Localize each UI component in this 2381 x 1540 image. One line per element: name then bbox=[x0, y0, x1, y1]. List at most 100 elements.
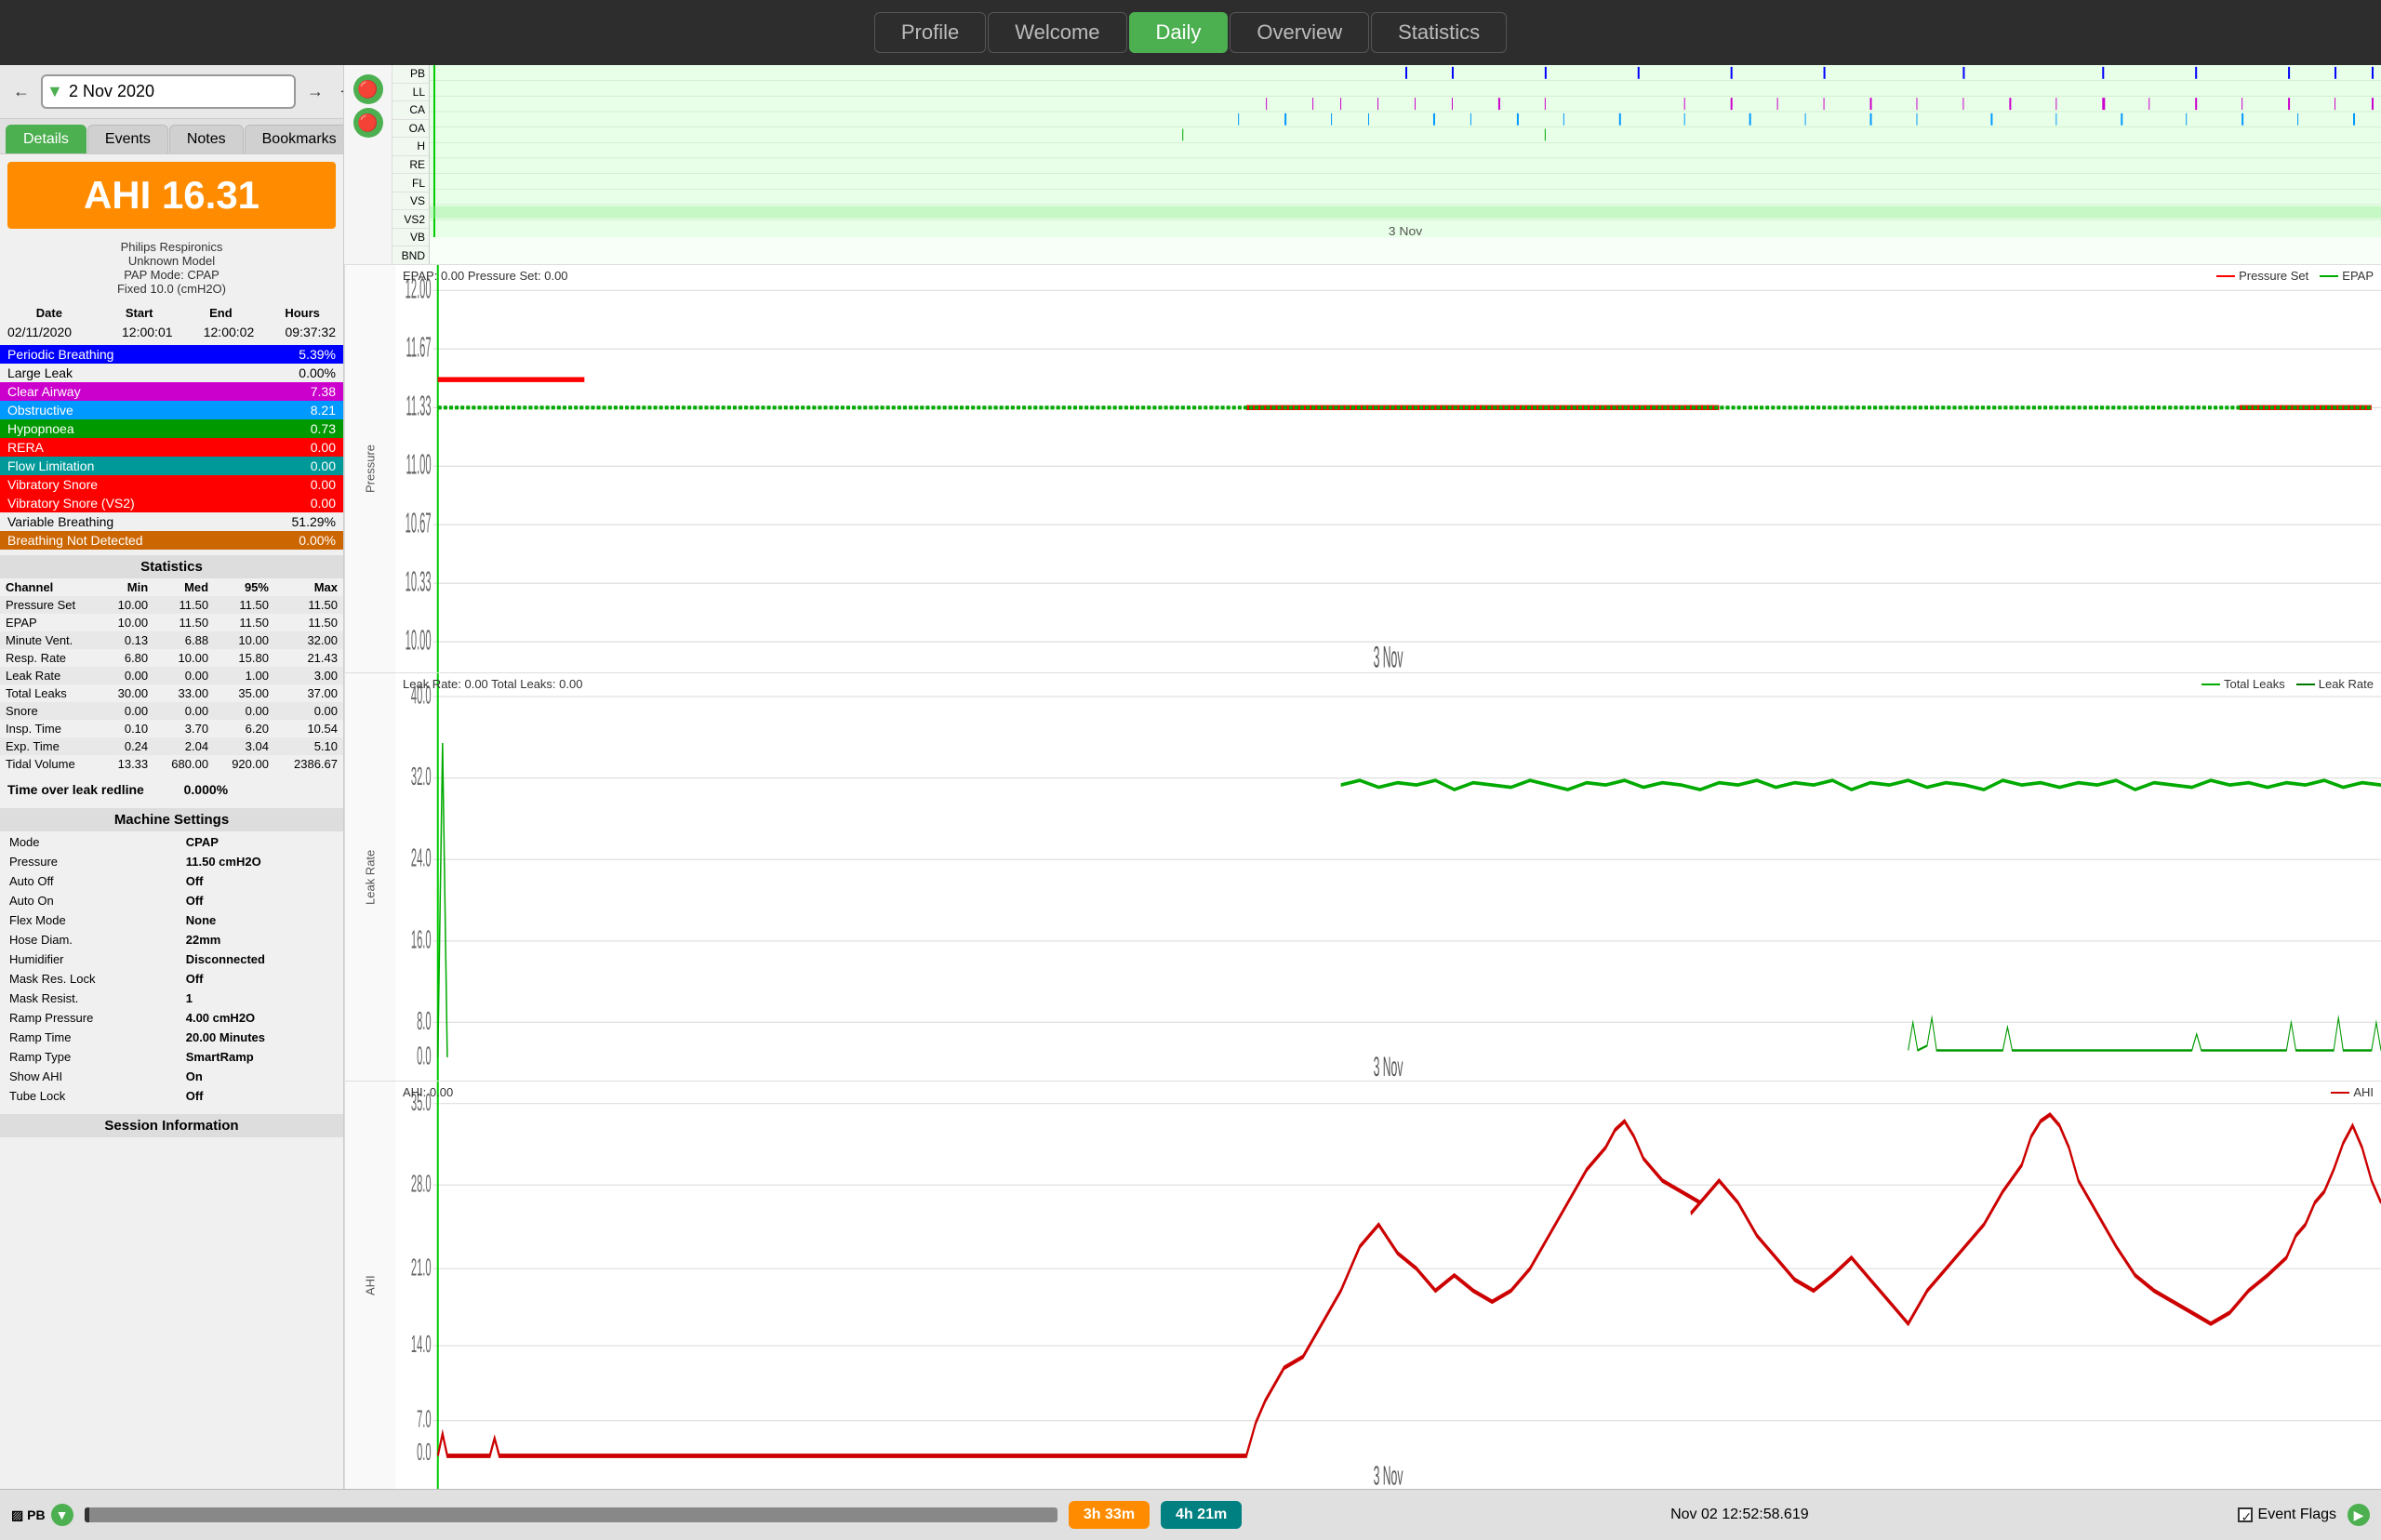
svg-text:0.0: 0.0 bbox=[417, 1042, 432, 1070]
col-date: Date bbox=[0, 303, 99, 323]
event-obstructive: Obstructive8.21 bbox=[0, 401, 343, 419]
pressure-chart: Pressure EPAP: 0.00 Pressure Set: 0.00 P… bbox=[344, 265, 2381, 673]
tab-bookmarks[interactable]: Bookmarks bbox=[245, 125, 344, 153]
svg-text:10.33: 10.33 bbox=[406, 565, 432, 597]
progress-fill bbox=[85, 1507, 89, 1522]
leak-svg: 40.0 32.0 24.0 16.0 8.0 0.0 bbox=[395, 673, 2381, 1081]
leak-ylabel: Leak Rate bbox=[344, 673, 395, 1081]
session-table: Date Start End Hours 02/11/2020 12:00:01… bbox=[0, 303, 343, 341]
event-periodic: Periodic Breathing5.39% bbox=[0, 345, 343, 364]
event-vibr-snore: Vibratory Snore0.00 bbox=[0, 475, 343, 494]
tab-daily[interactable]: Daily bbox=[1129, 12, 1229, 53]
event-flags-label: Event Flags bbox=[2258, 1507, 2336, 1523]
ef-label-pb: PB bbox=[392, 65, 429, 84]
date-nav: ← ▼ → ⇥ bbox=[0, 65, 343, 119]
leak-legend: Total Leaks Leak Rate bbox=[2201, 677, 2374, 691]
stats-col-95pct: 95% bbox=[214, 578, 274, 596]
tab-welcome[interactable]: Welcome bbox=[988, 12, 1126, 53]
event-flags-checkbox[interactable]: ✓ bbox=[2238, 1507, 2253, 1522]
ef-label-vs: VS bbox=[392, 192, 429, 211]
date-input[interactable] bbox=[41, 74, 296, 109]
svg-text:8.0: 8.0 bbox=[417, 1007, 432, 1035]
event-vibr-snore2: Vibratory Snore (VS2)0.00 bbox=[0, 494, 343, 512]
time-btn-2[interactable]: 4h 21m bbox=[1161, 1501, 1242, 1529]
session-date: 02/11/2020 bbox=[0, 323, 99, 341]
legend-leak-rate: Leak Rate bbox=[2296, 677, 2374, 691]
svg-text:32.0: 32.0 bbox=[411, 763, 432, 791]
tab-statistics[interactable]: Statistics bbox=[1371, 12, 1507, 53]
ef-label-ll: LL bbox=[392, 84, 429, 102]
next-date-button[interactable]: → bbox=[301, 80, 329, 103]
pb-bottom: ▨ PB ▼ bbox=[11, 1504, 73, 1526]
event-flags-svg-area: 3 Nov bbox=[430, 65, 2381, 264]
svg-text:14.0: 14.0 bbox=[411, 1332, 432, 1359]
pressure-header: EPAP: 0.00 Pressure Set: 0.00 bbox=[403, 269, 568, 283]
pressure-chart-area: EPAP: 0.00 Pressure Set: 0.00 Pressure S… bbox=[395, 265, 2381, 672]
stats-row: Tidal Volume13.33680.00920.002386.67 bbox=[0, 755, 343, 773]
pressure-svg: 12.00 11.67 11.33 11.00 10.67 10.33 10.0… bbox=[395, 265, 2381, 672]
event-hypopnoea: Hypopnoea0.73 bbox=[0, 419, 343, 438]
pb-dropdown-button[interactable]: ▼ bbox=[51, 1504, 73, 1526]
leak-chart-area: Leak Rate: 0.00 Total Leaks: 0.00 Total … bbox=[395, 673, 2381, 1081]
pb-bottom-label: ▨ PB bbox=[11, 1507, 46, 1523]
ahi-chart-area: AHI: 0.00 AHI 35.0 28.0 21.0 14.0 7.0 bbox=[395, 1082, 2381, 1489]
top-nav: Profile Welcome Daily Overview Statistic… bbox=[0, 0, 2381, 65]
svg-text:3 Nov: 3 Nov bbox=[1389, 225, 1423, 237]
event-large-leak: Large Leak0.00% bbox=[0, 364, 343, 382]
stats-row: Resp. Rate6.8010.0015.8021.43 bbox=[0, 649, 343, 667]
bottom-progress-bar[interactable] bbox=[85, 1507, 1057, 1522]
svg-text:16.0: 16.0 bbox=[411, 926, 432, 954]
ahi-chart: AHI AHI: 0.00 AHI 35.0 28.0 21.0 14.0 bbox=[344, 1082, 2381, 1489]
stats-col-med: Med bbox=[153, 578, 214, 596]
svg-text:3 Nov: 3 Nov bbox=[1374, 642, 1403, 672]
machine-settings-title: Machine Settings bbox=[0, 808, 343, 831]
ef-label-ca: CA bbox=[392, 101, 429, 120]
tab-events[interactable]: Events bbox=[87, 125, 168, 153]
right-panel: 🔴 🔴 PB LL CA OA H RE FL VS VS2 VB BND bbox=[344, 65, 2381, 1489]
event-flags-toggle[interactable]: ✓ Event Flags bbox=[2238, 1507, 2336, 1523]
svg-text:11.00: 11.00 bbox=[406, 448, 431, 480]
legend-ahi: AHI bbox=[2331, 1085, 2374, 1099]
ef-label-vb: VB bbox=[392, 229, 429, 247]
session-hours: 09:37:32 bbox=[261, 323, 343, 341]
left-panel: ← ▼ → ⇥ Details Events Notes Bookmarks A… bbox=[0, 65, 344, 1489]
ef-label-fl: FL bbox=[392, 174, 429, 192]
jump-date-button[interactable]: ⇥ bbox=[335, 80, 344, 103]
event-rera: RERA0.00 bbox=[0, 438, 343, 457]
event-variable: Variable Breathing51.29% bbox=[0, 512, 343, 531]
ef-label-vs2: VS2 bbox=[392, 210, 429, 229]
session-info-title: Session Information bbox=[0, 1114, 343, 1137]
tab-details[interactable]: Details bbox=[6, 125, 86, 153]
pressure-ylabel: Pressure bbox=[344, 265, 395, 672]
svg-text:11.67: 11.67 bbox=[406, 331, 431, 363]
ef-label-h: H bbox=[392, 138, 429, 156]
left-tabs: Details Events Notes Bookmarks bbox=[0, 119, 343, 154]
legend-epap: EPAP bbox=[2320, 269, 2374, 283]
event-flags-chart: 🔴 🔴 PB LL CA OA H RE FL VS VS2 VB BND bbox=[344, 65, 2381, 265]
legend-pressure-set: Pressure Set bbox=[2216, 269, 2308, 283]
col-hours: Hours bbox=[261, 303, 343, 323]
prev-date-button[interactable]: ← bbox=[7, 80, 35, 103]
stats-row: Exp. Time0.242.043.045.10 bbox=[0, 737, 343, 755]
pressure-legend: Pressure Set EPAP bbox=[2216, 269, 2374, 283]
svg-text:0.0: 0.0 bbox=[417, 1440, 432, 1467]
svg-text:11.33: 11.33 bbox=[406, 390, 431, 421]
tab-overview[interactable]: Overview bbox=[1230, 12, 1369, 53]
bottom-bar: ▨ PB ▼ 3h 33m 4h 21m Nov 02 12:52:58.619… bbox=[0, 1489, 2381, 1540]
tab-notes[interactable]: Notes bbox=[169, 125, 244, 153]
session-start: 12:00:01 bbox=[99, 323, 180, 341]
leak-redline: Time over leak redline 0.000% bbox=[0, 778, 343, 801]
time-btn-1[interactable]: 3h 33m bbox=[1069, 1501, 1150, 1529]
pb-icon2: 🔴 bbox=[353, 108, 383, 138]
stats-section: Statistics Channel Min Med 95% Max Press… bbox=[0, 555, 343, 773]
event-flags-svg: 3 Nov bbox=[430, 65, 2381, 237]
ahi-box: AHI 16.31 bbox=[7, 162, 336, 229]
tab-profile[interactable]: Profile bbox=[874, 12, 986, 53]
leak-header: Leak Rate: 0.00 Total Leaks: 0.00 bbox=[403, 677, 582, 691]
svg-text:7.0: 7.0 bbox=[417, 1407, 432, 1434]
svg-text:10.00: 10.00 bbox=[406, 624, 432, 656]
event-clear-airway: Clear Airway7.38 bbox=[0, 382, 343, 401]
bottom-right-button[interactable]: ▶ bbox=[2348, 1504, 2370, 1526]
ahi-header: AHI: 0.00 bbox=[403, 1085, 453, 1099]
stats-row: Snore0.000.000.000.00 bbox=[0, 702, 343, 720]
